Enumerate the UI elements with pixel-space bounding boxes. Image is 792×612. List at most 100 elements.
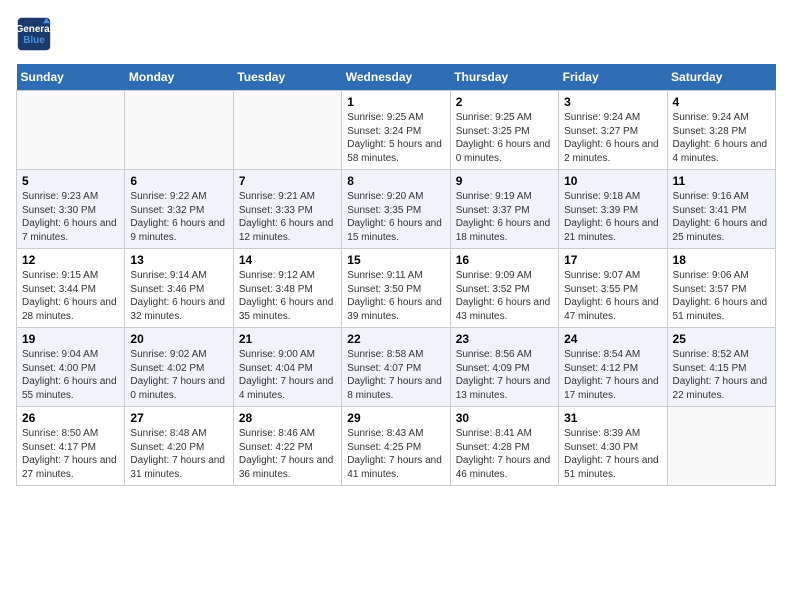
calendar-cell — [17, 91, 125, 170]
day-number: 28 — [239, 411, 336, 425]
day-info: Sunrise: 9:21 AM Sunset: 3:33 PM Dayligh… — [239, 190, 336, 244]
day-number: 13 — [130, 253, 227, 267]
day-info: Sunrise: 8:39 AM Sunset: 4:30 PM Dayligh… — [564, 427, 661, 481]
day-number: 31 — [564, 411, 661, 425]
calendar-cell: 1 Sunrise: 9:25 AM Sunset: 3:24 PM Daylig… — [342, 91, 450, 170]
day-number: 21 — [239, 332, 336, 346]
day-info: Sunrise: 9:25 AM Sunset: 3:24 PM Dayligh… — [347, 111, 444, 165]
column-header-monday: Monday — [125, 64, 233, 91]
day-number: 22 — [347, 332, 444, 346]
day-info: Sunrise: 9:14 AM Sunset: 3:46 PM Dayligh… — [130, 269, 227, 323]
calendar-cell: 5 Sunrise: 9:23 AM Sunset: 3:30 PM Daylig… — [17, 170, 125, 249]
day-number: 16 — [456, 253, 553, 267]
day-info: Sunrise: 9:09 AM Sunset: 3:52 PM Dayligh… — [456, 269, 553, 323]
day-number: 10 — [564, 174, 661, 188]
calendar-cell: 31 Sunrise: 8:39 AM Sunset: 4:30 PM Dayli… — [559, 407, 667, 486]
calendar-cell: 8 Sunrise: 9:20 AM Sunset: 3:35 PM Daylig… — [342, 170, 450, 249]
day-info: Sunrise: 9:12 AM Sunset: 3:48 PM Dayligh… — [239, 269, 336, 323]
day-info: Sunrise: 9:19 AM Sunset: 3:37 PM Dayligh… — [456, 190, 553, 244]
day-number: 7 — [239, 174, 336, 188]
day-info: Sunrise: 9:06 AM Sunset: 3:57 PM Dayligh… — [673, 269, 770, 323]
logo: General Blue — [16, 16, 56, 52]
calendar-cell: 16 Sunrise: 9:09 AM Sunset: 3:52 PM Dayli… — [450, 249, 558, 328]
day-info: Sunrise: 9:02 AM Sunset: 4:02 PM Dayligh… — [130, 348, 227, 402]
calendar-header-row: SundayMondayTuesdayWednesdayThursdayFrid… — [17, 64, 776, 91]
calendar-cell: 7 Sunrise: 9:21 AM Sunset: 3:33 PM Daylig… — [233, 170, 341, 249]
calendar-cell: 18 Sunrise: 9:06 AM Sunset: 3:57 PM Dayli… — [667, 249, 775, 328]
calendar-cell: 25 Sunrise: 8:52 AM Sunset: 4:15 PM Dayli… — [667, 328, 775, 407]
calendar-cell: 29 Sunrise: 8:43 AM Sunset: 4:25 PM Dayli… — [342, 407, 450, 486]
calendar-cell: 3Sunrise: 9:24 AM Sunset: 3:27 PM Daylig… — [559, 91, 667, 170]
day-number: 18 — [673, 253, 770, 267]
day-number: 20 — [130, 332, 227, 346]
calendar-week-row: 5 Sunrise: 9:23 AM Sunset: 3:30 PM Daylig… — [17, 170, 776, 249]
calendar-week-row: 26Sunrise: 8:50 AM Sunset: 4:17 PM Dayli… — [17, 407, 776, 486]
day-info: Sunrise: 9:25 AM Sunset: 3:25 PM Dayligh… — [456, 111, 553, 165]
day-info: Sunrise: 9:22 AM Sunset: 3:32 PM Dayligh… — [130, 190, 227, 244]
calendar-week-row: 12Sunrise: 9:15 AM Sunset: 3:44 PM Dayli… — [17, 249, 776, 328]
day-number: 24 — [564, 332, 661, 346]
day-number: 26 — [22, 411, 119, 425]
calendar-cell: 24 Sunrise: 8:54 AM Sunset: 4:12 PM Dayli… — [559, 328, 667, 407]
day-number: 8 — [347, 174, 444, 188]
day-number: 5 — [22, 174, 119, 188]
day-info: Sunrise: 8:46 AM Sunset: 4:22 PM Dayligh… — [239, 427, 336, 481]
day-info: Sunrise: 9:11 AM Sunset: 3:50 PM Dayligh… — [347, 269, 444, 323]
calendar-cell: 27Sunrise: 8:48 AM Sunset: 4:20 PM Dayli… — [125, 407, 233, 486]
day-number: 12 — [22, 253, 119, 267]
day-info: Sunrise: 9:18 AM Sunset: 3:39 PM Dayligh… — [564, 190, 661, 244]
day-info: Sunrise: 8:52 AM Sunset: 4:15 PM Dayligh… — [673, 348, 770, 402]
calendar-week-row: 1 Sunrise: 9:25 AM Sunset: 3:24 PM Daylig… — [17, 91, 776, 170]
day-info: Sunrise: 9:04 AM Sunset: 4:00 PM Dayligh… — [22, 348, 119, 402]
day-info: Sunrise: 8:48 AM Sunset: 4:20 PM Dayligh… — [130, 427, 227, 481]
day-info: Sunrise: 8:56 AM Sunset: 4:09 PM Dayligh… — [456, 348, 553, 402]
calendar-cell: 10 Sunrise: 9:18 AM Sunset: 3:39 PM Dayli… — [559, 170, 667, 249]
day-number: 25 — [673, 332, 770, 346]
column-header-tuesday: Tuesday — [233, 64, 341, 91]
column-header-friday: Friday — [559, 64, 667, 91]
day-number: 3 — [564, 95, 661, 109]
calendar-cell: 20 Sunrise: 9:02 AM Sunset: 4:02 PM Dayli… — [125, 328, 233, 407]
calendar-cell: 30Sunrise: 8:41 AM Sunset: 4:28 PM Dayli… — [450, 407, 558, 486]
day-info: Sunrise: 8:54 AM Sunset: 4:12 PM Dayligh… — [564, 348, 661, 402]
day-number: 19 — [22, 332, 119, 346]
calendar-cell: 17Sunrise: 9:07 AM Sunset: 3:55 PM Dayli… — [559, 249, 667, 328]
day-info: Sunrise: 9:00 AM Sunset: 4:04 PM Dayligh… — [239, 348, 336, 402]
day-number: 14 — [239, 253, 336, 267]
calendar-cell: 11 Sunrise: 9:16 AM Sunset: 3:41 PM Dayli… — [667, 170, 775, 249]
calendar-cell — [125, 91, 233, 170]
calendar-cell: 4 Sunrise: 9:24 AM Sunset: 3:28 PM Daylig… — [667, 91, 775, 170]
calendar-cell: 9 Sunrise: 9:19 AM Sunset: 3:37 PM Daylig… — [450, 170, 558, 249]
calendar-cell: 23 Sunrise: 8:56 AM Sunset: 4:09 PM Dayli… — [450, 328, 558, 407]
page-header: General Blue — [16, 16, 776, 52]
calendar-cell: 6 Sunrise: 9:22 AM Sunset: 3:32 PM Daylig… — [125, 170, 233, 249]
day-info: Sunrise: 8:41 AM Sunset: 4:28 PM Dayligh… — [456, 427, 553, 481]
day-info: Sunrise: 9:24 AM Sunset: 3:28 PM Dayligh… — [673, 111, 770, 165]
calendar-cell — [667, 407, 775, 486]
column-header-sunday: Sunday — [17, 64, 125, 91]
day-info: Sunrise: 9:20 AM Sunset: 3:35 PM Dayligh… — [347, 190, 444, 244]
day-number: 17 — [564, 253, 661, 267]
day-number: 23 — [456, 332, 553, 346]
column-header-saturday: Saturday — [667, 64, 775, 91]
calendar-cell — [233, 91, 341, 170]
day-info: Sunrise: 9:16 AM Sunset: 3:41 PM Dayligh… — [673, 190, 770, 244]
day-number: 4 — [673, 95, 770, 109]
svg-text:Blue: Blue — [23, 35, 45, 46]
calendar-cell: 13 Sunrise: 9:14 AM Sunset: 3:46 PM Dayli… — [125, 249, 233, 328]
day-number: 11 — [673, 174, 770, 188]
day-number: 29 — [347, 411, 444, 425]
day-number: 15 — [347, 253, 444, 267]
day-number: 9 — [456, 174, 553, 188]
calendar-cell: 14 Sunrise: 9:12 AM Sunset: 3:48 PM Dayli… — [233, 249, 341, 328]
svg-text:General: General — [16, 24, 52, 35]
column-header-thursday: Thursday — [450, 64, 558, 91]
day-info: Sunrise: 9:23 AM Sunset: 3:30 PM Dayligh… — [22, 190, 119, 244]
logo-icon: General Blue — [16, 16, 52, 52]
day-number: 6 — [130, 174, 227, 188]
calendar-cell: 22Sunrise: 8:58 AM Sunset: 4:07 PM Dayli… — [342, 328, 450, 407]
day-number: 2 — [456, 95, 553, 109]
day-info: Sunrise: 8:43 AM Sunset: 4:25 PM Dayligh… — [347, 427, 444, 481]
calendar-cell: 26Sunrise: 8:50 AM Sunset: 4:17 PM Dayli… — [17, 407, 125, 486]
day-number: 1 — [347, 95, 444, 109]
